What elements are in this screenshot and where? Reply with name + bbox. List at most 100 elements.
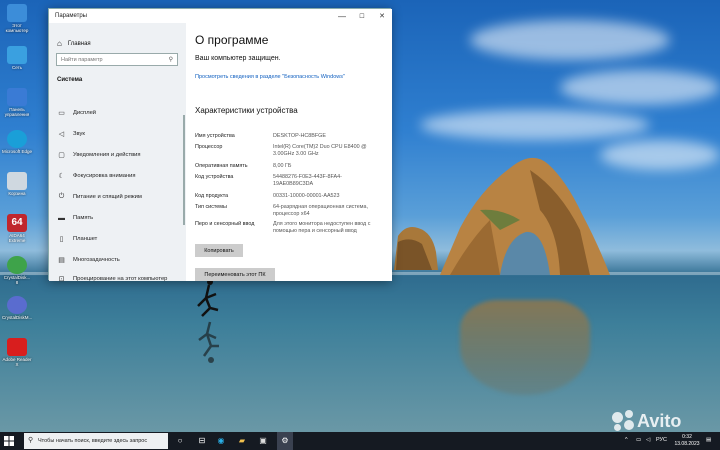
minimize-button[interactable]: — [332,9,352,23]
crystaldisk-info-icon [7,256,27,274]
sidebar-item-label: Дисплей [73,110,97,116]
language-indicator[interactable]: РУС [656,437,667,443]
spec-key: Имя устройства [195,133,235,139]
page-title: О программе [195,33,269,47]
about-content: О программе Ваш компьютер защищен. Просм… [186,23,392,281]
sidebar-home-label: Главная [67,40,91,47]
minimize-icon: — [338,11,346,21]
desktop-icon-crystaldisk-info[interactable]: CrystalDisk... 8 [2,256,32,285]
taskbar-search-input[interactable]: ⚲ Чтобы начать поиск, введите здесь запр… [24,433,168,449]
tray-chevron-icon[interactable]: ^ [625,437,628,443]
spec-key: Тип системы [195,204,227,210]
notifications-icon: ▢ [58,152,65,159]
start-button[interactable] [4,436,14,446]
spec-value: 64-разрядная операционная система, проце… [273,204,368,217]
sidebar-item-notifications[interactable]: ▢ Уведомления и действия [57,149,140,161]
search-icon: ⚲ [28,437,34,444]
spec-key: Оперативная память [195,163,248,169]
sidebar-item-tablet[interactable]: ▯ Планшет [57,233,98,245]
desktop-icon-control-panel[interactable]: Панель управления [2,88,32,117]
spec-value: 8,00 ГБ [273,163,292,169]
rock-reflection [460,300,590,395]
sidebar-scrollbar[interactable] [183,115,185,225]
copy-button[interactable]: Копировать [195,244,243,257]
home-icon: ⌂ [57,39,62,48]
desktop-icon-network[interactable]: Сеть [2,46,32,70]
clock-date: 13.08.2023 [674,441,700,447]
runner-silhouette [197,279,219,363]
volume-tray-icon[interactable]: ◁ [646,437,650,443]
sidebar-section-system: Система [57,77,83,83]
avito-logo-icon [612,410,634,432]
avito-wordmark: Avito [637,410,682,431]
desktop-icon-aida64[interactable]: 64 AIDA64 Extreme [2,214,32,243]
settings-sidebar: ⌂ Главная Найти параметр ⚲ Система ▭ Дис… [49,23,186,283]
taskbar-clock[interactable]: 0:32 13.08.2023 [672,434,702,448]
search-placeholder: Найти параметр [61,57,103,63]
spec-key: Код продукта [195,193,229,199]
desktop-icon-adobe-reader[interactable]: Adobe Reader X [2,338,32,367]
sidebar-item-label: Многозадачность [73,257,120,263]
store-icon: ▣ [259,436,267,445]
edge-icon: ◉ [217,436,225,445]
taskbar-app-widgets[interactable]: ⊟ [196,435,208,447]
search-icon: ⚲ [168,57,173,63]
window-title: Параметры [55,13,87,19]
spec-value: Intel(R) Core(TM)2 Duo CPU E8400 @ 3.00G… [273,144,367,157]
sound-icon: ◁ [58,131,65,138]
aida64-icon: 64 [7,214,27,232]
taskbar-app-explorer[interactable]: ▰ [236,435,248,447]
tablet-icon: ▯ [59,236,64,243]
desktop-icon-recycle-bin[interactable]: Корзина [2,172,32,196]
title-bar[interactable]: Параметры — ☐ ✕ [49,9,392,23]
spec-value: 00331-10000-00001-AA523 [273,193,340,199]
maximize-icon: ☐ [359,13,365,20]
sidebar-item-label: Фокусировка внимания [73,173,136,179]
sidebar-item-label: Питание и спящий режим [73,194,142,200]
task-view-icon: ○ [177,436,183,445]
display-icon: ▭ [58,110,65,117]
desktop-icon-edge[interactable]: Microsoft Edge [2,130,32,154]
notification-center-icon[interactable]: ▤ [706,437,711,443]
taskbar-search-placeholder: Чтобы начать поиск, введите здесь запрос [38,438,148,444]
sidebar-item-power[interactable]: ⏻ Питание и спящий режим [57,191,142,203]
settings-search-input[interactable]: Найти параметр ⚲ [56,53,178,66]
projecting-icon: ⊡ [58,276,65,283]
task-view-button[interactable]: ○ [174,435,186,447]
folder-icon: ▰ [238,436,246,445]
small-rock-graphic [394,227,438,270]
desktop-icon-crystaldisk-mark[interactable]: CrystalDiskM... [2,296,32,320]
sidebar-item-storage[interactable]: ▬ Память [57,212,93,224]
power-icon: ⏻ [58,193,65,200]
computer-icon [7,4,27,22]
spec-value: 54488276-F0E3-443F-8FA4-19AE0B89C3DA [273,174,342,187]
edge-icon [7,130,27,148]
sidebar-home[interactable]: ⌂ Главная [57,39,91,48]
desktop-icon-this-pc[interactable]: Этот компьютер [2,4,32,33]
sidebar-item-label: Звук [73,131,85,137]
protection-status: Ваш компьютер защищен. [195,55,281,62]
sidebar-item-projecting[interactable]: ⊡ Проецирование на этот компьютер [57,273,168,285]
network-tray-icon[interactable]: ▭ [636,437,641,443]
close-icon: ✕ [379,13,385,20]
maximize-button[interactable]: ☐ [352,9,372,23]
widgets-icon: ⊟ [198,436,206,445]
close-button[interactable]: ✕ [372,9,392,23]
sidebar-item-multitasking[interactable]: ▤ Многозадачность [57,254,120,266]
recycle-bin-icon [7,172,27,190]
taskbar-app-store[interactable]: ▣ [257,435,269,447]
multitasking-icon: ▤ [58,257,65,264]
rename-pc-button[interactable]: Переименовать этот ПК [195,268,275,281]
sidebar-item-sound[interactable]: ◁ Звук [57,128,85,140]
gear-icon: ⚙ [281,436,289,445]
security-details-link[interactable]: Просмотреть сведения в разделе "Безопасн… [195,74,355,81]
clock-time: 0:32 [682,434,692,440]
control-panel-icon [7,88,27,106]
taskbar-app-edge[interactable]: ◉ [215,435,227,447]
sidebar-item-focus[interactable]: ☾ Фокусировка внимания [57,170,136,182]
taskbar-app-settings[interactable]: ⚙ [277,432,293,450]
spec-key: Процессор [195,144,223,150]
sidebar-item-label: Память [73,215,94,221]
sidebar-item-display[interactable]: ▭ Дисплей [57,107,96,119]
settings-window: Параметры — ☐ ✕ ⌂ Главная Найти параметр… [48,8,392,283]
